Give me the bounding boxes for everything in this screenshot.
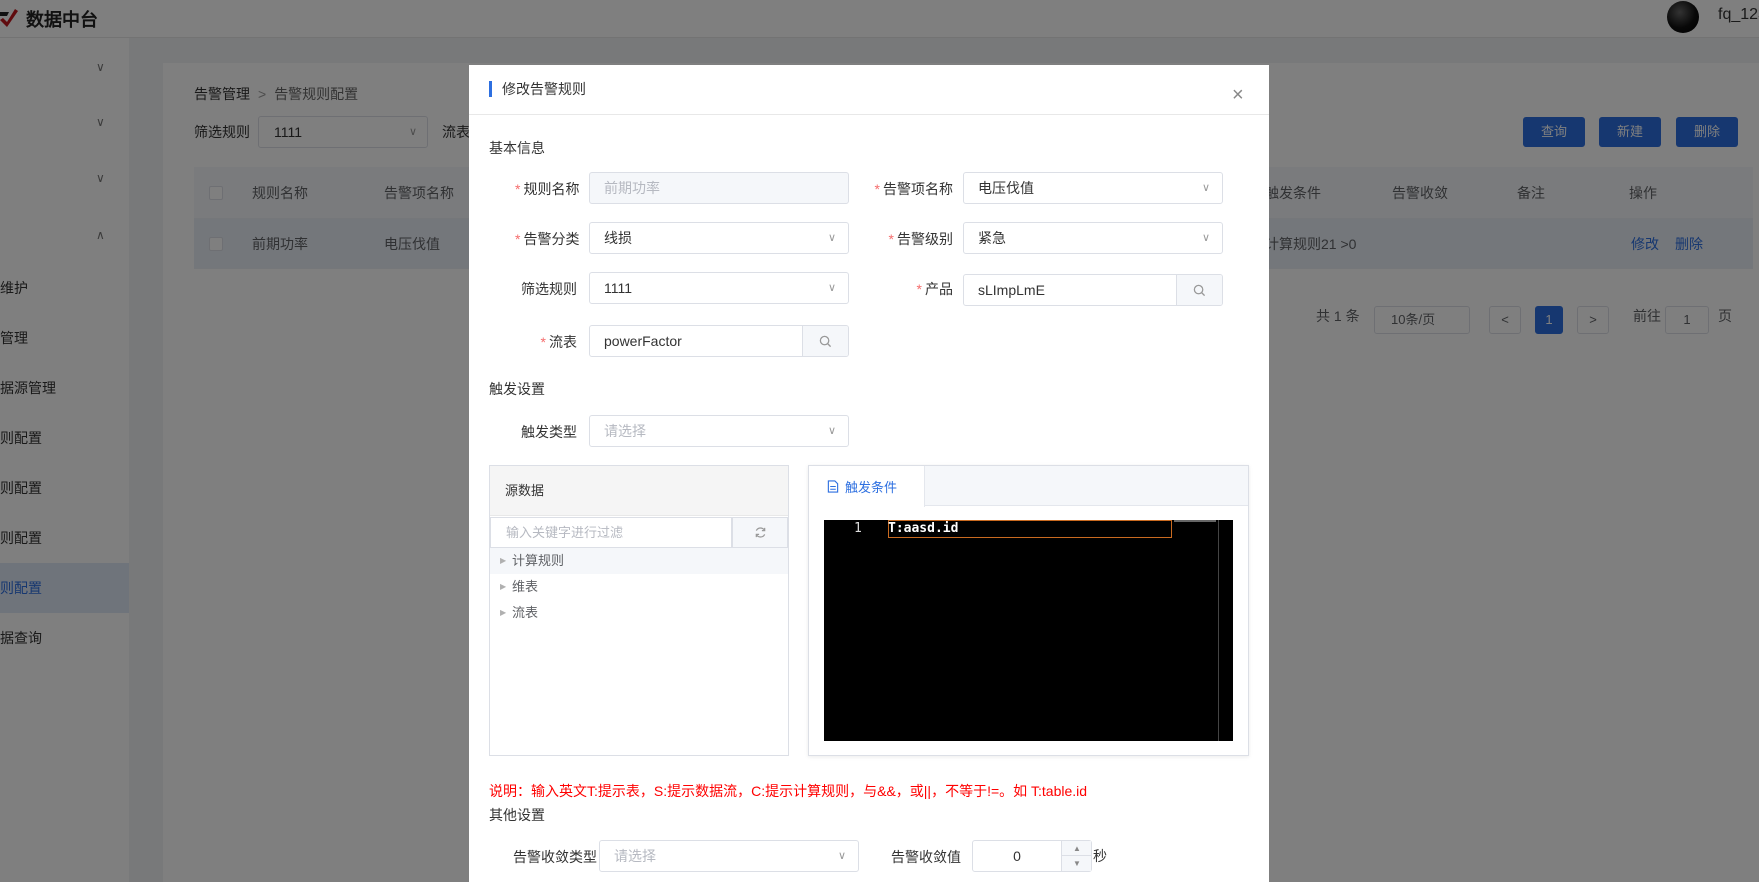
line-number: 1	[854, 521, 862, 536]
caret-right-icon[interactable]: ▶	[500, 548, 506, 574]
editor-scrollbar[interactable]	[1218, 520, 1219, 741]
category-value: 线损	[604, 230, 632, 246]
refresh-button[interactable]	[732, 517, 788, 548]
product-label: * 产品	[916, 281, 953, 297]
product-search-button[interactable]	[1176, 275, 1222, 305]
chevron-down-icon: ∨	[1201, 182, 1210, 194]
trigger-type-label: 触发类型	[521, 424, 577, 440]
tree-node-dim-table[interactable]: ▶ 维表	[490, 574, 788, 600]
code-editor[interactable]: 1 T:aasd.id	[824, 520, 1233, 741]
stream-input[interactable]: powerFactor	[589, 325, 849, 357]
chevron-down-icon: ∨	[1201, 232, 1210, 244]
source-data-panel: 源数据 输入关键字进行过滤 ▶ 计算规则 ▶ 维表 ▶ 流表	[489, 465, 789, 756]
tab-strip: 触发条件	[809, 466, 1248, 507]
trigger-type-placeholder: 请选择	[604, 423, 646, 439]
search-icon	[819, 335, 832, 347]
code-line[interactable]: T:aasd.id	[888, 520, 958, 538]
stepper-arrows: ▲ ▼	[1061, 841, 1092, 871]
tab-trigger-condition[interactable]: 触发条件	[809, 466, 925, 507]
category-select[interactable]: 线损 ∨	[589, 222, 849, 254]
stream-search-button[interactable]	[802, 326, 848, 356]
alarm-level-label: * 告警级别	[888, 231, 953, 247]
filter-rule-field-value: 1111	[604, 280, 633, 296]
keyword-filter-input[interactable]: 输入关键字进行过滤	[490, 517, 732, 548]
product-input[interactable]: sLImpLmE	[963, 274, 1223, 306]
product-value: sLImpLmE	[978, 282, 1045, 298]
converge-type-placeholder: 请选择	[614, 848, 656, 864]
seconds-unit: 秒	[1093, 848, 1107, 864]
refresh-icon	[755, 527, 765, 538]
alarm-item-select[interactable]: 电压伐值 ∨	[963, 172, 1223, 204]
caret-right-icon[interactable]: ▶	[500, 600, 506, 626]
converge-type-select[interactable]: 请选择 ∨	[599, 840, 859, 872]
caret-right-icon[interactable]: ▶	[500, 574, 506, 600]
tab-label: 触发条件	[845, 480, 898, 495]
decrement-icon[interactable]: ▼	[1062, 856, 1092, 871]
converge-value-label: 告警收敛值	[891, 849, 961, 865]
stream-value: powerFactor	[604, 333, 682, 349]
tree-node-stream-table[interactable]: ▶ 流表	[490, 600, 788, 626]
tree-node-calc-rules[interactable]: ▶ 计算规则	[490, 548, 788, 574]
converge-value[interactable]: 0	[973, 841, 1061, 871]
alarm-item-value: 电压伐值	[978, 180, 1034, 196]
rule-name-input: 前期功率	[589, 172, 849, 204]
converge-type-label: 告警收敛类型	[513, 849, 597, 865]
chevron-down-icon: ∨	[827, 232, 836, 244]
basic-info-section-title: 基本信息	[489, 140, 545, 156]
edit-alarm-rule-dialog: 修改告警规则 × 基本信息 * 规则名称 前期功率 * 告警项名称 电压伐值 ∨ *…	[469, 65, 1269, 882]
chevron-down-icon: ∨	[837, 850, 846, 862]
rule-name-label: * 规则名称	[515, 181, 580, 197]
dialog-title: 修改告警规则	[489, 81, 586, 97]
trigger-type-select[interactable]: 请选择 ∨	[589, 415, 849, 447]
converge-value-stepper[interactable]: 0 ▲ ▼	[972, 840, 1092, 872]
trigger-section-title: 触发设置	[489, 381, 545, 397]
dialog-header: 修改告警规则 ×	[469, 65, 1269, 115]
chevron-down-icon: ∨	[827, 425, 836, 437]
editor-minimap	[1174, 520, 1216, 522]
source-data-title: 源数据	[490, 466, 788, 516]
document-icon	[827, 480, 839, 493]
alarm-level-value: 紧急	[978, 230, 1006, 246]
search-icon	[1193, 284, 1206, 296]
rule-name-placeholder: 前期功率	[604, 180, 660, 196]
close-icon[interactable]: ×	[1232, 85, 1244, 105]
chevron-down-icon: ∨	[827, 282, 836, 294]
stream-label: * 流表	[540, 334, 577, 350]
syntax-note: 说明：输入英文T:提示表，S:提示数据流，C:提示计算规则，与&&，或||，不等…	[489, 783, 1088, 799]
filter-rule-field-select[interactable]: 1111 ∨	[589, 272, 849, 304]
other-section-title: 其他设置	[489, 807, 545, 823]
alarm-item-label: * 告警项名称	[874, 181, 953, 197]
filter-rule-field-label: 筛选规则	[521, 281, 577, 297]
category-label: * 告警分类	[515, 231, 580, 247]
trigger-condition-panel: 触发条件 1 T:aasd.id	[808, 465, 1249, 756]
increment-icon[interactable]: ▲	[1062, 841, 1092, 856]
alarm-level-select[interactable]: 紧急 ∨	[963, 222, 1223, 254]
